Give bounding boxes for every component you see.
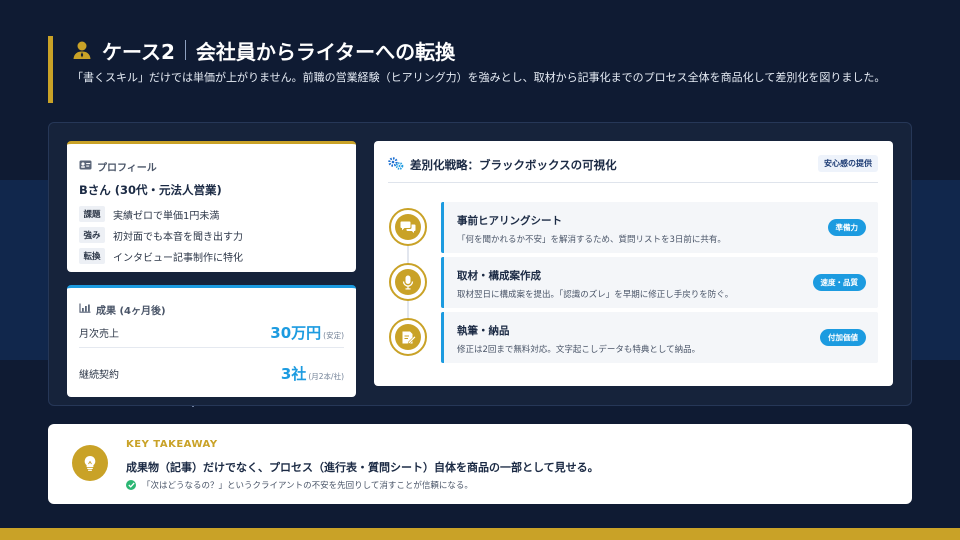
- page-title: ケース2 会社員からライターへの転換: [72, 36, 455, 64]
- lightbulb-icon: [72, 445, 108, 481]
- takeaway-sub: 「次はどうなるの？」というクライアントの不安を先回りして消すことが信頼になる。: [126, 479, 473, 491]
- check-circle-icon: [126, 480, 136, 490]
- step-tag: 速度・品質: [812, 274, 866, 291]
- case-label: ケース2: [102, 39, 175, 64]
- timeline-node: [389, 208, 427, 246]
- result-row-revenue: 月次売上 30万円 (安定): [79, 318, 344, 348]
- result-row-contracts: 継続契約 3社 (月2本/社): [79, 358, 344, 388]
- id-card-icon: [79, 160, 92, 173]
- step-title: 取材・構成案作成: [457, 270, 541, 282]
- strategy-step: 事前ヒアリングシート 「何を聞かれるか不安」を解消するため、質問リストを3日前に…: [441, 202, 878, 253]
- bottom-accent-bar: [0, 528, 960, 540]
- profile-card: プロフィール Bさん (30代・元法人営業) 課題 実績ゼロで単価1円未満 強み…: [67, 141, 356, 272]
- profile-card-label: プロフィール: [79, 159, 157, 174]
- strategy-header: 差別化戦略：ブラックボックスの可視化 安心感の提供: [388, 155, 878, 183]
- profile-name: Bさん (30代・元法人営業): [79, 183, 222, 197]
- chart-icon: [79, 303, 91, 316]
- step-description: 「何を聞かれるか不安」を解消するため、質問リストを3日前に共有。: [457, 235, 726, 245]
- step-tag: 準備力: [827, 219, 866, 236]
- profile-row-text: 初対面でも本音を聞き出す力: [113, 231, 243, 243]
- step-tag: 付加価値: [820, 329, 866, 346]
- profile-row: 課題 実績ゼロで単価1円未満: [79, 206, 219, 222]
- step-description: 修正は2回まで無料対応。文字起こしデータも特典として納品。: [457, 345, 701, 355]
- result-note: (安定): [323, 331, 344, 340]
- timeline-node: [389, 318, 427, 356]
- result-note: (月2本/社): [308, 371, 344, 381]
- profile-row: 転換 インタビュー記事制作に特化: [79, 248, 243, 264]
- profile-row-text: 実績ゼロで単価1円未満: [113, 210, 220, 222]
- profile-row-text: インタビュー記事制作に特化: [113, 252, 243, 264]
- chat-bubbles-icon: [395, 214, 421, 240]
- strategy-step: 執筆・納品 修正は2回まで無料対応。文字起こしデータも特典として納品。 付加価値: [441, 312, 878, 363]
- title-separator: [184, 40, 186, 60]
- takeaway-main: 成果物（記事）だけでなく、プロセス（進行表・質問シート）自体を商品の一部として見…: [126, 461, 599, 474]
- results-card: 成果 (4ヶ月後) 月次売上 30万円 (安定) 継続契約 3社 (月2本/社): [67, 285, 356, 397]
- strategy-step: 取材・構成案作成 取材翌日に構成案を提出。「認識のズレ」を早期に修正し手戻りを防…: [441, 257, 878, 308]
- step-title: 執筆・納品: [457, 325, 510, 337]
- microphone-icon: [395, 269, 421, 295]
- page-subtitle: 「書くスキル」だけでは単価が上がりません。前職の営業経験（ヒアリング力）を強みと…: [72, 71, 886, 84]
- profile-row-tag: 課題: [79, 206, 105, 222]
- strategy-title: 差別化戦略：ブラックボックスの可視化: [388, 157, 617, 173]
- takeaway-card: KEY TAKEAWAY 成果物（記事）だけでなく、プロセス（進行表・質問シート…: [48, 424, 912, 504]
- edit-document-icon: [395, 324, 421, 350]
- header-accent-bar: [48, 36, 53, 103]
- profile-row-tag: 転換: [79, 248, 105, 264]
- step-title: 事前ヒアリングシート: [457, 215, 562, 227]
- result-value: 3社: [280, 364, 307, 383]
- title-text: 会社員からライターへの転換: [195, 39, 456, 64]
- result-value: 30万円: [270, 324, 322, 342]
- profile-row-tag: 強み: [79, 227, 105, 243]
- result-label: 継続契約: [79, 369, 119, 381]
- timeline-node: [389, 263, 427, 301]
- result-label: 月次売上: [79, 329, 119, 340]
- person-icon: [72, 40, 92, 60]
- takeaway-label: KEY TAKEAWAY: [126, 439, 218, 450]
- profile-row: 強み 初対面でも本音を聞き出す力: [79, 227, 243, 243]
- step-description: 取材翌日に構成案を提出。「認識のズレ」を早期に修正し手戻りを防ぐ。: [457, 290, 734, 300]
- results-card-label: 成果 (4ヶ月後): [79, 302, 166, 317]
- strategy-badge: 安心感の提供: [818, 155, 878, 172]
- gears-icon: [388, 157, 404, 173]
- strategy-card: 差別化戦略：ブラックボックスの可視化 安心感の提供 事前ヒアリングシート 「何を…: [374, 141, 893, 386]
